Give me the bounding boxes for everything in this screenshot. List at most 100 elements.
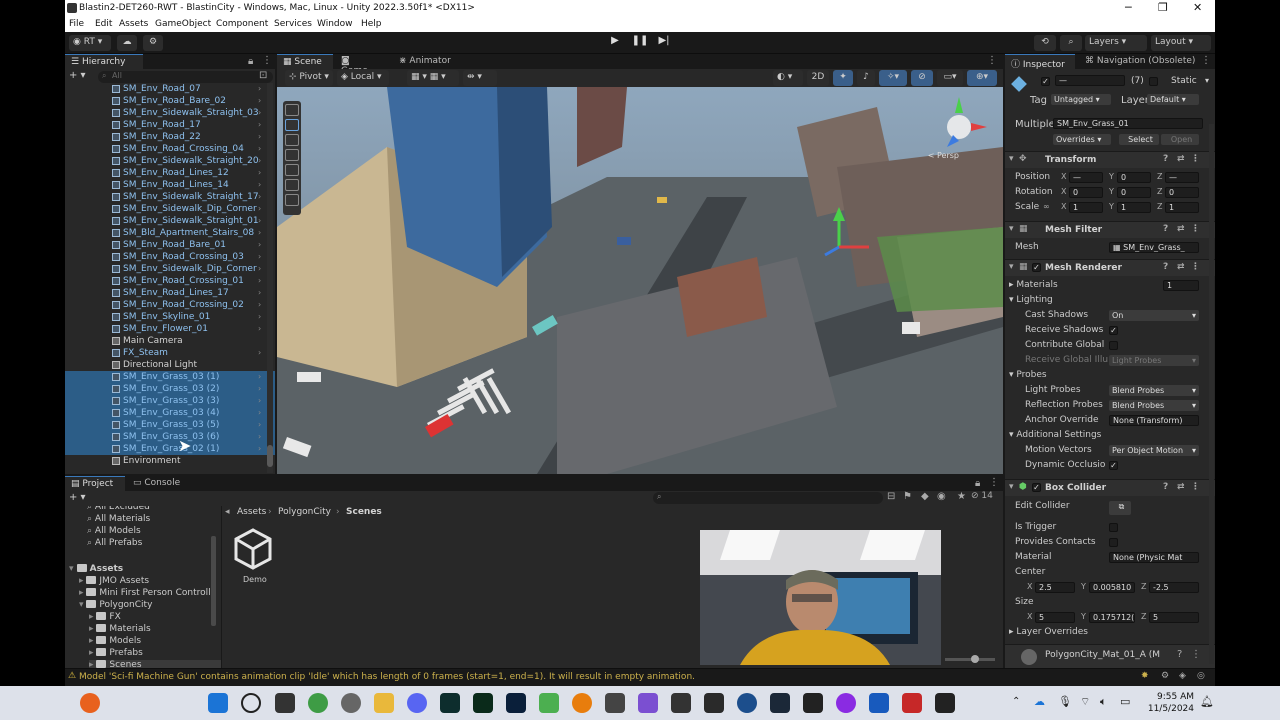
tab-inspector[interactable]: ⓘ Inspector xyxy=(1005,54,1075,70)
menu-edit[interactable]: Edit xyxy=(95,19,112,29)
toggle-2d-button[interactable]: 2D xyxy=(807,70,829,86)
hierarchy-item[interactable]: SM_Env_Road_Crossing_03 › xyxy=(65,251,275,263)
scale-tool-icon[interactable] xyxy=(285,149,299,161)
project-folder-item[interactable]: ▸ Mini First Person Controlle xyxy=(79,588,216,598)
favorite-star-icon[interactable]: ★ xyxy=(957,491,966,502)
hierarchy-item[interactable]: SM_Env_Road_Bare_02 › xyxy=(65,95,275,107)
light-probes-dropdown[interactable]: Blend Probes ▾ xyxy=(1109,385,1199,396)
notifications-icon[interactable]: 🔔︎ xyxy=(1200,695,1214,708)
clock[interactable]: 9:55 AM 11/5/2024 xyxy=(1138,691,1194,715)
menu-component[interactable]: Component xyxy=(216,19,268,29)
search-by-type-icon[interactable]: ⊟ xyxy=(887,491,895,502)
hierarchy-item[interactable]: SM_Env_Grass_03 (2) › xyxy=(65,383,275,395)
hand-tool-icon[interactable] xyxy=(285,104,299,116)
hierarchy-item[interactable]: SM_Env_Road_Bare_01 › xyxy=(65,239,275,251)
additional-settings-row[interactable]: ▾ Additional Settings xyxy=(1005,428,1215,443)
tab-animator[interactable]: ⋇ Animator xyxy=(393,54,457,69)
favorite-item[interactable]: ⌕ All Prefabs xyxy=(87,538,142,548)
component-menu-icon[interactable]: ⋮ xyxy=(1191,482,1200,492)
pause-button[interactable]: ❚❚ xyxy=(629,35,651,51)
tag-dropdown[interactable]: Untagged ▾ xyxy=(1051,94,1111,105)
prefab-field[interactable]: SM_Env_Grass_01 xyxy=(1053,118,1203,129)
transform-header[interactable]: ▾ ✥ Transform ? ⇄ ⋮ xyxy=(1005,151,1215,168)
media-icon[interactable] xyxy=(671,693,691,713)
gizmos-toggle-icon[interactable]: ⊕▾ xyxy=(967,70,997,86)
open-prefab-arrow-icon[interactable]: › xyxy=(258,323,261,335)
unity-icon[interactable] xyxy=(935,693,955,713)
open-prefab-arrow-icon[interactable]: › xyxy=(258,107,261,119)
foldout-arrow-icon[interactable]: ▸ xyxy=(89,636,96,646)
hierarchy-item[interactable]: SM_Env_Grass_03 (4) › xyxy=(65,407,275,419)
preset-icon[interactable]: ⇄ xyxy=(1177,262,1185,272)
foldout-arrow-icon[interactable]: ▾ xyxy=(1009,482,1014,492)
open-prefab-arrow-icon[interactable]: › xyxy=(258,407,261,419)
box-collider-header[interactable]: ▾ ⬢ ✓ Box Collider ? ⇄ ⋮ xyxy=(1005,479,1215,496)
discord-icon[interactable] xyxy=(407,693,427,713)
open-prefab-arrow-icon[interactable]: › xyxy=(258,215,261,227)
layout-dropdown[interactable]: Layout ▾ xyxy=(1151,35,1211,51)
hierarchy-item[interactable]: SM_Env_Sidewalk_Dip_Corner › xyxy=(65,263,275,275)
hierarchy-item[interactable]: SM_Env_Grass_03 (5) › xyxy=(65,419,275,431)
search-icon[interactable] xyxy=(241,693,261,713)
progress-icon[interactable]: ◎ xyxy=(1197,671,1205,681)
windows-start-icon[interactable] xyxy=(208,693,228,713)
pivot-dropdown[interactable]: ⊹ Pivot ▾ xyxy=(285,70,333,86)
chrome-icon[interactable] xyxy=(308,693,328,713)
hierarchy-item[interactable]: SM_Env_Road_Lines_17 › xyxy=(65,287,275,299)
lighting-toggle-icon[interactable]: ✦ xyxy=(833,70,853,86)
close-icon[interactable]: ✕ xyxy=(1193,1,1202,14)
open-prefab-arrow-icon[interactable]: › xyxy=(258,419,261,431)
help-icon[interactable]: ? xyxy=(1177,649,1182,660)
hierarchy-scrollbar[interactable] xyxy=(267,83,273,473)
mesh-renderer-enabled-checkbox[interactable]: ✓ xyxy=(1032,263,1041,272)
project-folder-item[interactable]: ▾ PolygonCity xyxy=(79,600,152,610)
active-checkbox[interactable]: ✓ xyxy=(1041,77,1050,86)
foldout-arrow-icon[interactable]: ▾ xyxy=(1009,262,1014,272)
project-folder-item[interactable]: ▸ Materials xyxy=(89,624,151,634)
dynamic-occlusion-checkbox[interactable]: ✓ xyxy=(1109,461,1118,470)
project-folder-item[interactable]: ▸ Models xyxy=(89,636,141,646)
hierarchy-item[interactable]: SM_Env_Grass_03 (1) › xyxy=(65,371,275,383)
tray-overflow-icon[interactable]: ⌃ xyxy=(1012,696,1020,707)
local-dropdown[interactable]: ◈ Local ▾ xyxy=(337,70,389,86)
menu-assets[interactable]: Assets xyxy=(119,19,148,29)
receive-shadows-checkbox[interactable]: ✓ xyxy=(1109,326,1118,335)
open-prefab-arrow-icon[interactable]: › xyxy=(258,191,261,203)
word-icon[interactable] xyxy=(869,693,889,713)
browser-icon[interactable] xyxy=(737,693,757,713)
open-prefab-arrow-icon[interactable]: › xyxy=(258,239,261,251)
github-desktop-icon[interactable] xyxy=(341,693,361,713)
hierarchy-item[interactable]: FX_Steam › xyxy=(65,347,275,359)
open-prefab-arrow-icon[interactable]: › xyxy=(258,263,261,275)
scale-x-field[interactable]: 1 xyxy=(1069,202,1103,213)
lock-icon[interactable]: 🔒︎ xyxy=(248,56,253,67)
hierarchy-item[interactable]: SM_Env_Road_Lines_12 › xyxy=(65,167,275,179)
mesh-filter-header[interactable]: ▾ ▦ Mesh Filter ? ⇄ ⋮ xyxy=(1005,221,1215,238)
project-search-input[interactable]: ⌕ xyxy=(653,492,883,504)
foldout-arrow-icon[interactable]: ▸ xyxy=(79,588,86,598)
hierarchy-item[interactable]: SM_Env_Road_Crossing_04 › xyxy=(65,143,275,155)
rect-tool-icon[interactable] xyxy=(285,164,299,176)
more-menu-icon[interactable]: ⋮ xyxy=(987,55,997,66)
effects-toggle-icon[interactable]: ✧▾ xyxy=(879,70,907,86)
more-menu-icon[interactable]: ⋮ xyxy=(262,55,272,66)
foldout-arrow-icon[interactable]: ▸ xyxy=(89,624,96,634)
component-menu-icon[interactable]: ⋮ xyxy=(1191,224,1200,234)
hierarchy-item[interactable]: SM_Env_Road_07 › xyxy=(65,83,275,95)
breadcrumb-polygoncity[interactable]: PolygonCity xyxy=(278,507,331,517)
add-object-button[interactable]: + ▾ xyxy=(69,70,86,81)
search-icon[interactable]: ⌕ xyxy=(1060,35,1082,51)
search-by-label-icon[interactable]: ⚑ xyxy=(903,491,912,502)
open-prefab-arrow-icon[interactable]: › xyxy=(258,251,261,263)
open-prefab-arrow-icon[interactable]: › xyxy=(258,83,261,95)
menu-file[interactable]: File xyxy=(69,19,84,29)
menu-window[interactable]: Window xyxy=(317,19,353,29)
file-explorer-icon[interactable] xyxy=(374,693,394,713)
visibility-icon[interactable]: ◉ xyxy=(937,491,946,502)
favorite-item[interactable]: ⌕ All Models xyxy=(87,526,141,536)
menu-services[interactable]: Services xyxy=(274,19,312,29)
hierarchy-item[interactable]: SM_Env_Sidewalk_Straight_01 › xyxy=(65,215,275,227)
project-folder-item[interactable]: ▸ Scenes xyxy=(89,660,221,668)
material-field[interactable]: None (Physic Mat xyxy=(1109,552,1199,563)
menu-gameobject[interactable]: GameObject xyxy=(155,19,211,29)
